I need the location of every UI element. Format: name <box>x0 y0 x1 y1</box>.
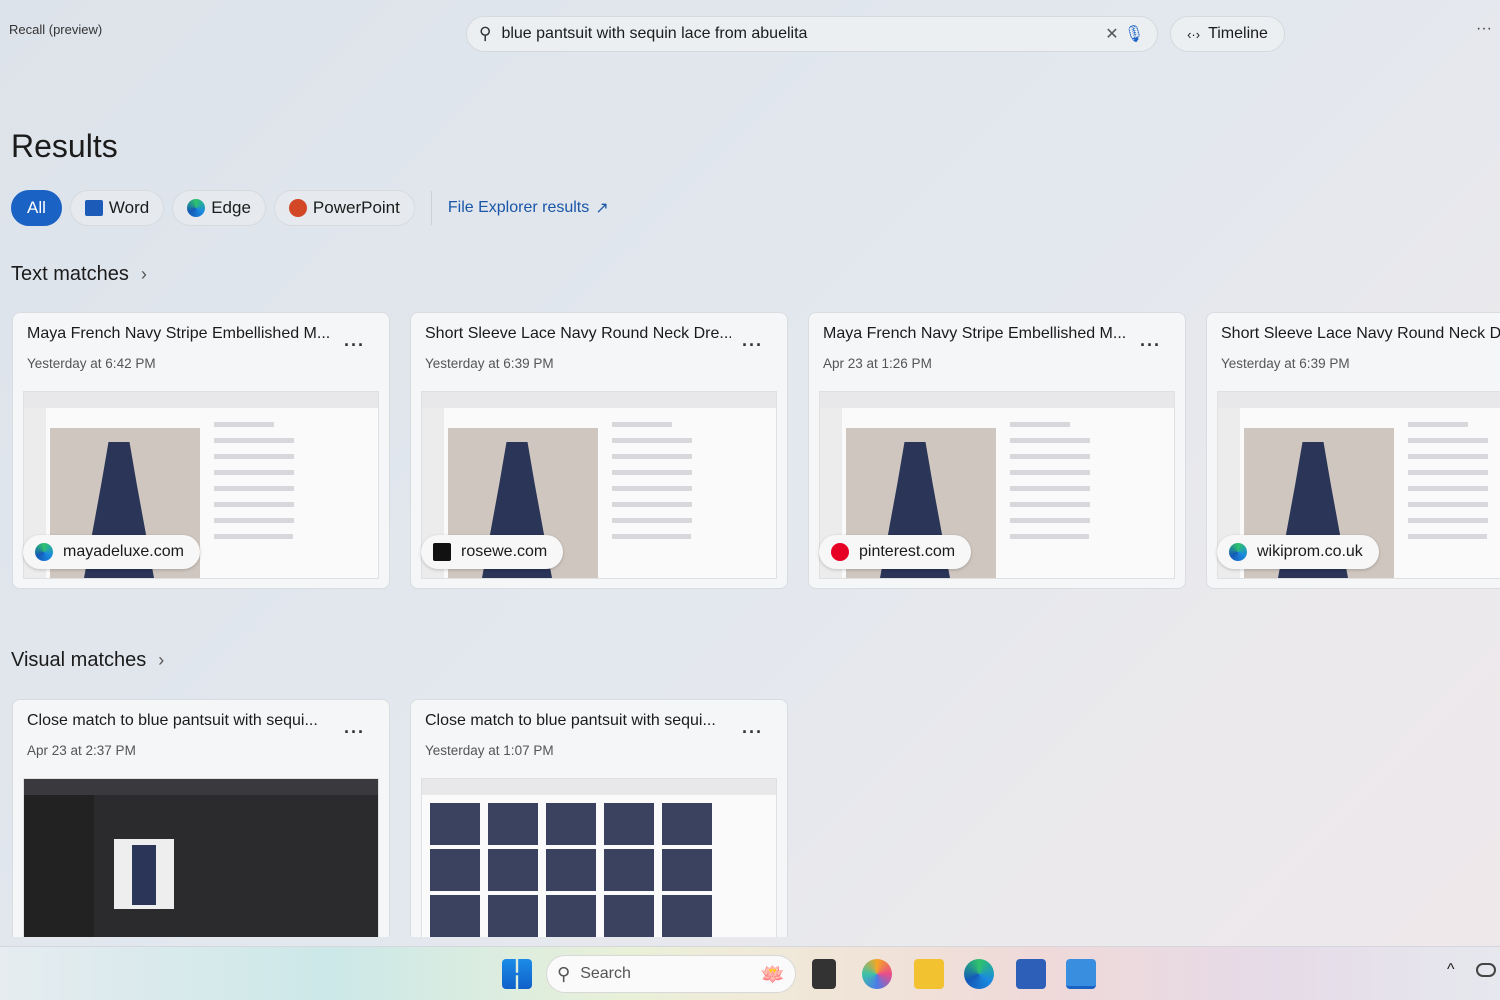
lotus-icon: 🪷 <box>760 963 785 986</box>
card-date: Yesterday at 1:07 PM <box>425 743 554 758</box>
card-date: Yesterday at 6:39 PM <box>425 356 554 371</box>
site-badge[interactable]: rosewe.com <box>421 535 564 569</box>
site-badge[interactable]: pinterest.com <box>819 535 972 569</box>
card-date: Yesterday at 6:39 PM <box>1221 356 1350 371</box>
windows-start-icon[interactable] <box>502 959 532 989</box>
chevron-up-icon[interactable]: ^ <box>1447 961 1455 979</box>
site-name: wikiprom.co.uk <box>1257 543 1363 560</box>
taskbar: ⚲ Search 🪷 ^ <box>0 946 1500 1000</box>
copilot-icon[interactable] <box>862 959 892 989</box>
card-title: Close match to blue pantsuit with sequi.… <box>27 712 318 729</box>
card-title: Close match to blue pantsuit with sequi.… <box>425 712 716 729</box>
edge-icon <box>35 543 53 561</box>
result-card[interactable]: Close match to blue pantsuit with sequi.… <box>12 699 390 937</box>
filter-bar: All Word Edge PowerPoint File Explorer r… <box>11 190 609 226</box>
chevron-right-icon: › <box>158 650 165 670</box>
edge-icon <box>187 199 206 217</box>
card-title: Short Sleeve Lace Navy Round Neck Dr <box>1221 325 1500 342</box>
file-explorer-icon[interactable] <box>914 959 944 989</box>
result-card[interactable]: Close match to blue pantsuit with sequi.… <box>410 699 788 937</box>
taskbar-search[interactable]: ⚲ Search 🪷 <box>546 955 796 993</box>
filter-powerpoint[interactable]: PowerPoint <box>273 190 415 226</box>
filter-all[interactable]: All <box>11 190 62 226</box>
timeline-button[interactable]: ‹·› Timeline <box>1170 16 1285 52</box>
more-options-icon[interactable]: ··· <box>742 335 763 356</box>
more-options-icon[interactable]: ··· <box>742 722 763 743</box>
store-icon[interactable] <box>1016 959 1046 989</box>
code-brackets-icon: ‹·› <box>1187 26 1201 42</box>
section-label: Text matches <box>11 263 129 285</box>
visual-matches-heading[interactable]: Visual matches › <box>11 649 164 672</box>
search-box[interactable]: ⚲ ✕ 🎙 <box>466 16 1158 52</box>
card-date: Apr 23 at 1:26 PM <box>823 356 932 371</box>
external-link-icon: ↗ <box>595 200 609 217</box>
file-explorer-link[interactable]: File Explorer results ↗ <box>448 198 609 218</box>
pinterest-icon <box>831 543 849 561</box>
result-card[interactable]: Short Sleeve Lace Navy Round Neck Dr Yest… <box>1206 312 1500 589</box>
card-date: Apr 23 at 2:37 PM <box>27 743 136 758</box>
edge-icon <box>1229 543 1247 561</box>
divider <box>430 191 432 225</box>
close-icon[interactable]: ✕ <box>1101 23 1123 45</box>
task-view-icon[interactable] <box>812 959 836 989</box>
search-placeholder: Search <box>580 965 631 982</box>
chevron-right-icon: › <box>140 264 147 284</box>
filter-label: PowerPoint <box>312 198 400 217</box>
edge-icon[interactable] <box>964 959 994 989</box>
card-title: Short Sleeve Lace Navy Round Neck Dre... <box>425 325 731 342</box>
search-icon: ⚲ <box>479 24 492 43</box>
filter-word[interactable]: Word <box>69 190 165 226</box>
result-card[interactable]: Maya French Navy Stripe Embellished M...… <box>808 312 1186 589</box>
section-label: Visual matches <box>11 649 147 671</box>
page-title: Results <box>11 128 118 164</box>
onedrive-icon[interactable] <box>1476 963 1496 977</box>
rosewe-icon <box>433 543 451 561</box>
more-horizontal-icon[interactable]: ··· <box>1476 20 1496 38</box>
app-title: Recall (preview) <box>9 22 103 37</box>
result-card[interactable]: Maya French Navy Stripe Embellished M...… <box>12 312 390 589</box>
screenshot-thumbnail[interactable] <box>23 778 379 937</box>
microphone-icon[interactable]: 🎙 <box>1123 23 1145 45</box>
more-options-icon[interactable]: ··· <box>344 722 365 743</box>
card-title: Maya French Navy Stripe Embellished M... <box>823 325 1127 342</box>
result-card[interactable]: Short Sleeve Lace Navy Round Neck Dre...… <box>410 312 788 589</box>
card-date: Yesterday at 6:42 PM <box>27 356 156 371</box>
site-name: mayadeluxe.com <box>63 543 184 560</box>
card-title: Maya French Navy Stripe Embellished M... <box>27 325 331 342</box>
filter-label: Word <box>108 198 150 217</box>
search-icon: ⚲ <box>557 963 571 984</box>
site-name: rosewe.com <box>461 543 548 560</box>
recall-icon[interactable] <box>1066 959 1096 989</box>
site-badge[interactable]: wikiprom.co.uk <box>1217 535 1379 569</box>
timeline-label: Timeline <box>1208 25 1268 42</box>
word-icon <box>84 200 103 216</box>
filter-label: All <box>27 198 46 217</box>
link-label: File Explorer results <box>447 199 590 216</box>
screenshot-thumbnail[interactable] <box>421 778 777 937</box>
search-input[interactable] <box>501 25 1101 43</box>
filter-label: Edge <box>211 198 251 217</box>
site-name: pinterest.com <box>859 543 956 560</box>
site-badge[interactable]: mayadeluxe.com <box>23 535 200 569</box>
more-options-icon[interactable]: ··· <box>1140 335 1161 356</box>
more-options-icon[interactable]: ··· <box>344 335 365 356</box>
text-matches-heading[interactable]: Text matches › <box>11 263 147 286</box>
filter-edge[interactable]: Edge <box>172 190 266 226</box>
powerpoint-icon <box>288 199 307 217</box>
